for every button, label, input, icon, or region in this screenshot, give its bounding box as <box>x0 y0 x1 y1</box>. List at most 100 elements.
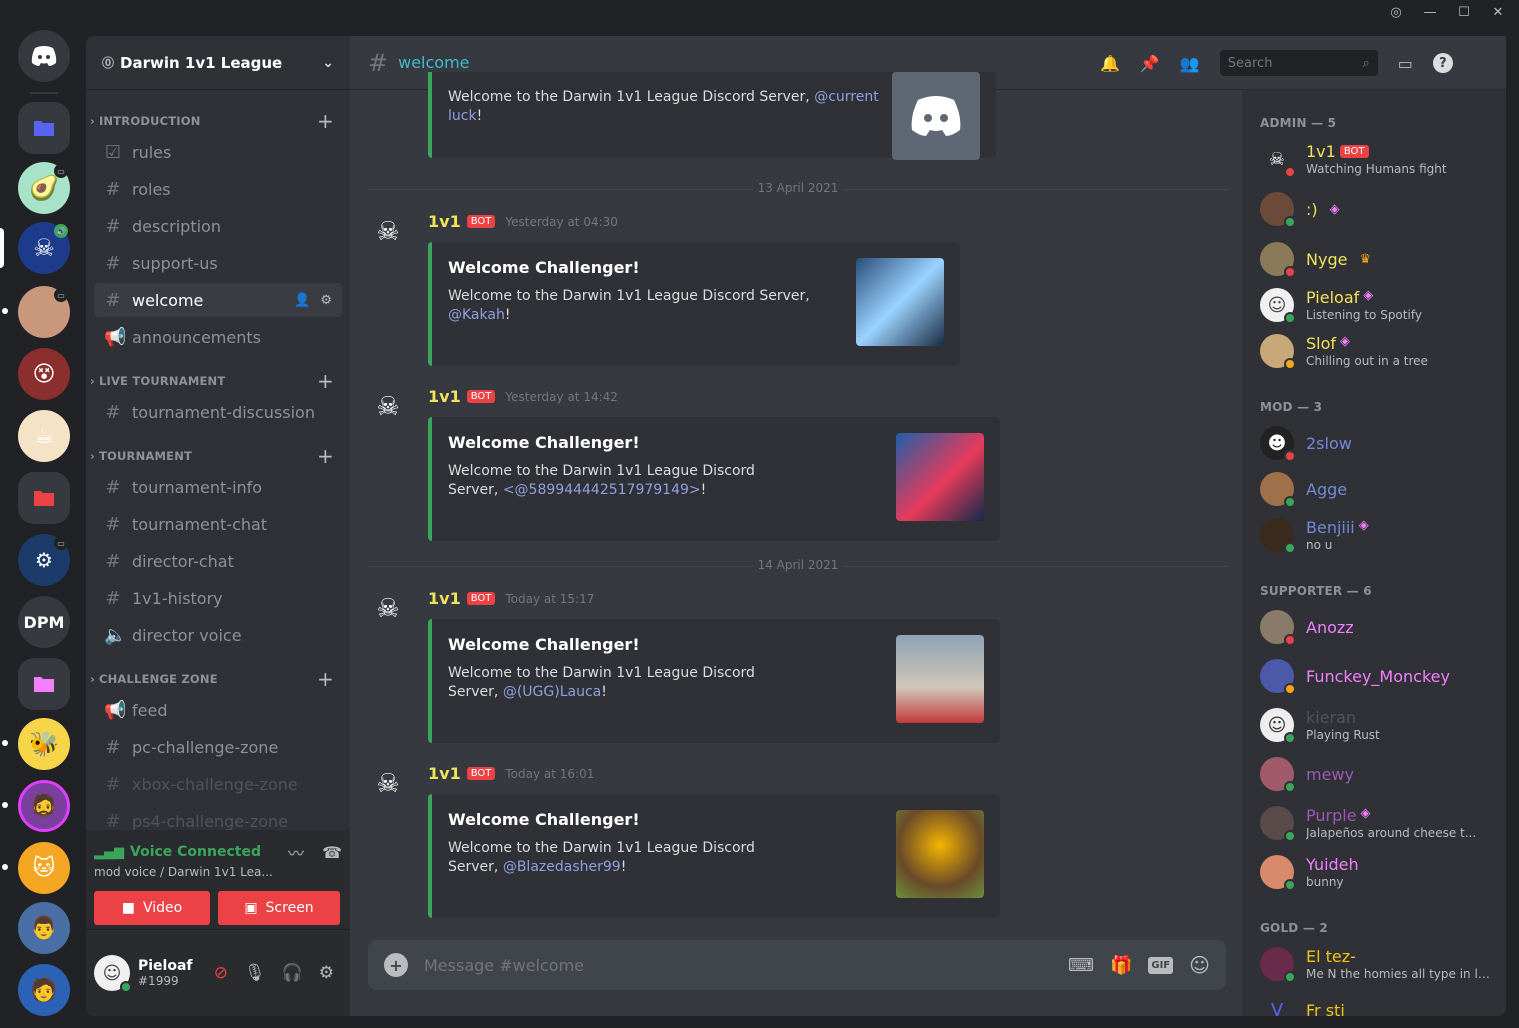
gif-icon[interactable]: GIF <box>1148 956 1174 974</box>
member-item[interactable]: Agge <box>1250 466 1498 512</box>
add-channel-icon[interactable]: + <box>317 667 334 691</box>
headphones-icon[interactable]: 🎧 <box>282 963 303 983</box>
video-button[interactable]: ■ Video <box>94 891 210 925</box>
channel-tournament-info[interactable]: # tournament-info <box>94 470 342 504</box>
member-item[interactable]: Anozz <box>1250 604 1498 650</box>
embed-card: Welcome to the Darwin 1v1 League Discord… <box>428 72 996 160</box>
minimize-icon[interactable]: — <box>1421 3 1439 21</box>
server-rail: 🥑 ▭ ☠ 🔊 ▭ 😵 ☕ ⚙ ▭ DPM 🐝 🧔 🐱 👨 🧑 <box>0 24 86 1028</box>
gear-icon[interactable]: ⚙ <box>320 293 332 308</box>
server-portrait[interactable]: 🧔 <box>18 780 70 832</box>
author-name[interactable]: 1v1 <box>428 212 461 231</box>
attach-plus-icon[interactable]: + <box>384 953 408 977</box>
member-group-title: ADMIN — 5 <box>1260 116 1337 130</box>
add-channel-icon[interactable]: + <box>317 369 334 393</box>
server-folder-pink[interactable] <box>18 658 70 710</box>
author-name[interactable]: 1v1 <box>428 764 461 783</box>
add-channel-icon[interactable]: + <box>317 444 334 468</box>
server-dpm[interactable]: DPM <box>18 596 70 648</box>
channel-rules[interactable]: ☑ rules <box>94 135 342 169</box>
close-icon[interactable]: ✕ <box>1489 3 1507 21</box>
server-avatar-man[interactable]: 👨 <box>18 902 70 954</box>
mention[interactable]: <@589944442517979149> <box>503 482 701 498</box>
emoji-icon[interactable]: ☺ <box>1189 953 1210 977</box>
member-item[interactable]: Yuideh bunny <box>1250 849 1498 895</box>
category-challenge-zone[interactable]: › CHALLENGE ZONE + <box>86 667 350 691</box>
rpc-off-icon[interactable]: ⊘ <box>214 963 228 983</box>
channel-director-chat[interactable]: # director-chat <box>94 544 342 578</box>
signal-icon[interactable]: ▂▄▆ <box>94 845 124 860</box>
avatar[interactable]: ☺ <box>94 955 132 993</box>
member-item[interactable]: ☻ 2slow <box>1250 420 1498 466</box>
message-input[interactable] <box>424 955 1052 975</box>
author-name[interactable]: 1v1 <box>428 589 461 608</box>
server-bee[interactable]: 🐝 <box>18 718 70 770</box>
channel-pc-challenge-zone[interactable]: # pc-challenge-zone <box>94 730 342 764</box>
mention[interactable]: @Blazedasher99 <box>503 859 621 875</box>
bot-avatar[interactable]: ☠ <box>368 212 408 252</box>
channel-label: xbox-challenge-zone <box>132 774 298 794</box>
chevron-down-icon[interactable]: ⌄ <box>322 55 334 71</box>
members-icon[interactable]: 👥 <box>1180 54 1200 73</box>
bot-avatar[interactable]: ☠ <box>368 589 408 629</box>
mention[interactable]: @(UGG)Lauca <box>503 684 601 700</box>
member-item[interactable]: ☺ Pieloaf ◈ Listening to Spotify <box>1250 282 1498 328</box>
mention[interactable]: @Kakah <box>448 307 505 323</box>
member-item[interactable]: V Fr sti <box>1250 987 1498 1017</box>
pin-icon[interactable]: 📌 <box>1140 54 1160 73</box>
member-item[interactable]: Funckey_Monckey <box>1250 653 1498 699</box>
add-channel-icon[interactable]: + <box>317 109 334 133</box>
server-header[interactable]: ⓪ Darwin 1v1 League ⌄ <box>86 36 350 90</box>
server-folder-blue[interactable] <box>18 102 70 154</box>
server-emoji[interactable]: 🐱 <box>18 842 70 894</box>
channel-tournament-discussion[interactable]: # tournament-discussion <box>94 395 342 429</box>
author-name[interactable]: 1v1 <box>428 387 461 406</box>
search-input[interactable]: Search ⌕ <box>1219 50 1378 76</box>
microphone-icon[interactable]: 🎙 <box>244 963 266 983</box>
member-item[interactable]: Purple ◈ Jalapeños around cheese t... <box>1250 800 1498 846</box>
noise-suppression-icon[interactable]: 〰 <box>288 840 304 864</box>
member-item[interactable]: :) ◈ <box>1250 186 1498 232</box>
channel-1v1-history[interactable]: #1v1-history <box>94 581 342 615</box>
discord-home-icon[interactable] <box>18 30 70 82</box>
channel-label: description <box>132 216 221 236</box>
category-tournament[interactable]: › TOURNAMENT + <box>86 444 350 468</box>
eye-off-icon[interactable]: ◎ <box>1387 3 1405 21</box>
server-folder-red[interactable] <box>18 472 70 524</box>
gift-icon[interactable]: 🎁 <box>1110 955 1132 976</box>
channel-feed[interactable]: 📢 feed <box>94 693 342 727</box>
channel-announcements[interactable]: 📢 announcements <box>94 320 342 354</box>
help-icon[interactable]: ? <box>1432 53 1453 73</box>
server-tea[interactable]: ☕ <box>18 410 70 462</box>
channel-tournament-chat[interactable]: # tournament-chat <box>94 507 342 541</box>
channel-xbox-challenge-zone[interactable]: # xbox-challenge-zone <box>94 767 342 801</box>
channel-welcome[interactable]: # welcome 👤 ⚙ <box>94 283 342 317</box>
settings-gear-icon[interactable]: ⚙ <box>319 963 334 983</box>
member-item[interactable]: ☠ 1v1 BOT Watching Humans fight <box>1250 136 1498 182</box>
category-live-tournament[interactable]: › LIVE TOURNAMENT + <box>86 369 350 393</box>
screen-button[interactable]: ▣ Screen <box>218 891 340 925</box>
bot-avatar[interactable]: ☠ <box>368 764 408 804</box>
chat-area: # welcome Welcome to the Darwin 1v1 Leag… <box>350 36 1242 1016</box>
member-item[interactable]: Benjiii ◈ no u <box>1250 512 1498 558</box>
member-item[interactable]: Slof ◈ Chilling out in a tree <box>1250 328 1498 374</box>
bell-icon[interactable]: 🔔 <box>1100 54 1120 73</box>
server-cartoon[interactable]: 😵 <box>18 348 70 400</box>
bot-avatar[interactable]: ☠ <box>368 387 408 427</box>
member-item[interactable]: Nyge ♛ <box>1250 236 1498 282</box>
channel-description[interactable]: # description <box>94 209 342 243</box>
disconnect-icon[interactable]: ☎ <box>322 843 342 862</box>
member-item[interactable]: mewy <box>1250 751 1498 797</box>
server-vault[interactable]: 🧑 <box>18 964 70 1016</box>
channel-support-us[interactable]: # support-us <box>94 246 342 280</box>
translate-icon[interactable]: ⌨ <box>1068 955 1094 976</box>
member-item[interactable]: ☺ kieran Playing Rust <box>1250 702 1498 748</box>
channel-director-voice[interactable]: 🔈 director voice <box>94 618 342 652</box>
invite-icon[interactable]: 👤 <box>294 293 310 308</box>
inbox-icon[interactable]: ▭ <box>1398 54 1413 73</box>
channel-roles[interactable]: # roles <box>94 172 342 206</box>
maximize-icon[interactable]: ☐ <box>1455 3 1473 21</box>
voice-location[interactable]: mod voice / Darwin 1v1 Lea... <box>94 865 342 879</box>
member-item[interactable]: El tez- Me N the homies all type in lo... <box>1250 941 1498 987</box>
category-introduction[interactable]: › INTRODUCTION + <box>86 109 350 133</box>
